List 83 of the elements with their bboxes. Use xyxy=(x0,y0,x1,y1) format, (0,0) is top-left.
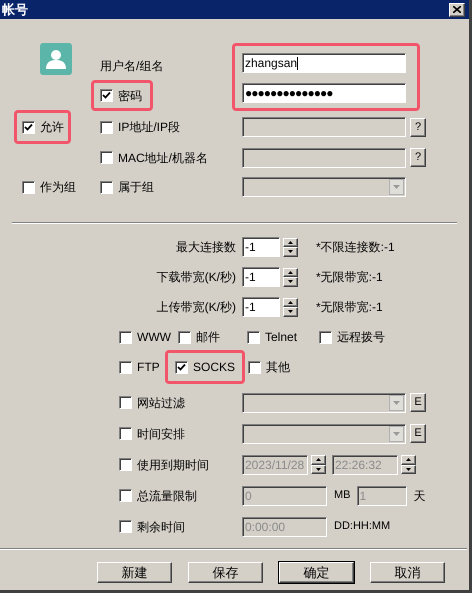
checkbox[interactable] xyxy=(247,330,260,344)
checkbox[interactable] xyxy=(100,120,113,134)
down-arrow-icon xyxy=(406,468,411,471)
checkbox-label: 允许 xyxy=(40,119,64,136)
checkbox-label: 时间安排 xyxy=(137,426,185,442)
checkbox-label: 剩余时间 xyxy=(137,518,185,536)
spin-button[interactable] xyxy=(283,268,298,286)
spin-button[interactable] xyxy=(283,298,298,316)
input-field[interactable] xyxy=(242,117,406,137)
spin-button[interactable] xyxy=(311,455,326,474)
checkbox[interactable] xyxy=(175,360,188,374)
close-icon xyxy=(453,6,461,13)
checkbox-label: 网站过滤 xyxy=(137,394,185,412)
dialog-button[interactable]: 保存 xyxy=(188,562,263,583)
limit-label: 下载带宽(K/秒) xyxy=(156,269,236,286)
checkbox-label: 总流量限制 xyxy=(137,488,197,504)
checkbox-label: 远程拨号 xyxy=(337,329,385,346)
checkbox-label: 使用到期时间 xyxy=(137,456,209,474)
spin-button[interactable] xyxy=(283,238,298,256)
dialog-button[interactable]: 新建 xyxy=(97,562,172,583)
dropdown[interactable] xyxy=(242,424,406,444)
checkbox-label: SOCKS xyxy=(193,359,236,376)
limit-label: 上传带宽(K/秒) xyxy=(156,299,236,316)
small-button[interactable]: ? xyxy=(410,148,426,167)
checkbox[interactable] xyxy=(178,330,191,344)
checkbox[interactable] xyxy=(22,180,35,194)
checkbox[interactable] xyxy=(119,396,132,409)
checkbox-label: 密码 xyxy=(118,88,142,104)
window-title: 帐号 xyxy=(2,0,28,19)
down-arrow-icon xyxy=(288,250,293,254)
limit-hint: *不限连接数:-1 xyxy=(316,239,395,256)
limit-hint: *无限带宽:-1 xyxy=(316,269,383,286)
up-arrow-icon xyxy=(288,240,293,244)
up-arrow-icon xyxy=(288,270,293,274)
input-field[interactable]: -1 xyxy=(242,237,280,257)
checkbox-label: 其他 xyxy=(266,359,290,376)
checkbox-label: Telnet xyxy=(265,329,298,346)
spin-button[interactable] xyxy=(401,455,416,474)
down-arrow-icon xyxy=(288,310,293,314)
limit-label: 最大连接数 xyxy=(175,239,236,256)
password-field[interactable]: ●●●●●●●●●●●●●● xyxy=(242,83,406,103)
checkbox-label: 作为组 xyxy=(40,179,76,196)
down-arrow-icon xyxy=(316,468,321,471)
checkbox[interactable] xyxy=(119,360,132,374)
username-field[interactable]: zhangsan xyxy=(242,53,406,73)
input-field[interactable] xyxy=(242,148,406,168)
checkbox[interactable] xyxy=(100,89,113,102)
checkbox-label: 邮件 xyxy=(196,329,220,346)
username-label: 用户名/组名 xyxy=(100,58,164,75)
checkbox[interactable] xyxy=(248,360,261,374)
format-hint: DD:HH:MM xyxy=(334,519,390,534)
dialog-button[interactable]: 确定 xyxy=(279,562,354,583)
limit-hint: *无限带宽:-1 xyxy=(316,299,383,316)
checkbox[interactable] xyxy=(119,330,132,344)
checkbox[interactable] xyxy=(119,458,132,471)
close-button[interactable] xyxy=(449,2,465,16)
small-button[interactable]: ? xyxy=(410,118,426,136)
unit-label: MB xyxy=(334,488,350,504)
checkbox-label: 属于组 xyxy=(118,179,154,196)
small-button[interactable]: E xyxy=(410,424,426,443)
input-field[interactable]: -1 xyxy=(242,297,280,317)
checkbox[interactable] xyxy=(119,520,132,533)
checkbox-label: IP地址/IP段 xyxy=(118,119,180,136)
checkbox-label: MAC地址/机器名 xyxy=(118,150,208,166)
checkbox[interactable] xyxy=(100,151,113,164)
checkbox-label: WWW xyxy=(137,329,171,346)
checkbox[interactable] xyxy=(319,330,332,344)
checkbox[interactable] xyxy=(119,489,132,502)
up-arrow-icon xyxy=(406,458,411,462)
unit-label: 天 xyxy=(414,488,426,504)
dropdown[interactable] xyxy=(242,392,406,412)
up-arrow-icon xyxy=(288,300,293,304)
checkbox[interactable] xyxy=(22,120,35,134)
up-arrow-icon xyxy=(316,458,321,462)
input-field[interactable]: -1 xyxy=(242,267,280,287)
checkbox[interactable] xyxy=(100,180,113,194)
dropdown[interactable] xyxy=(242,177,406,197)
dialog-button[interactable]: 取消 xyxy=(370,562,445,583)
down-arrow-icon xyxy=(288,280,293,284)
checkbox-label: FTP xyxy=(137,359,160,376)
checkbox[interactable] xyxy=(119,427,132,440)
small-button[interactable]: E xyxy=(410,393,426,412)
user-avatar-icon xyxy=(40,43,72,75)
